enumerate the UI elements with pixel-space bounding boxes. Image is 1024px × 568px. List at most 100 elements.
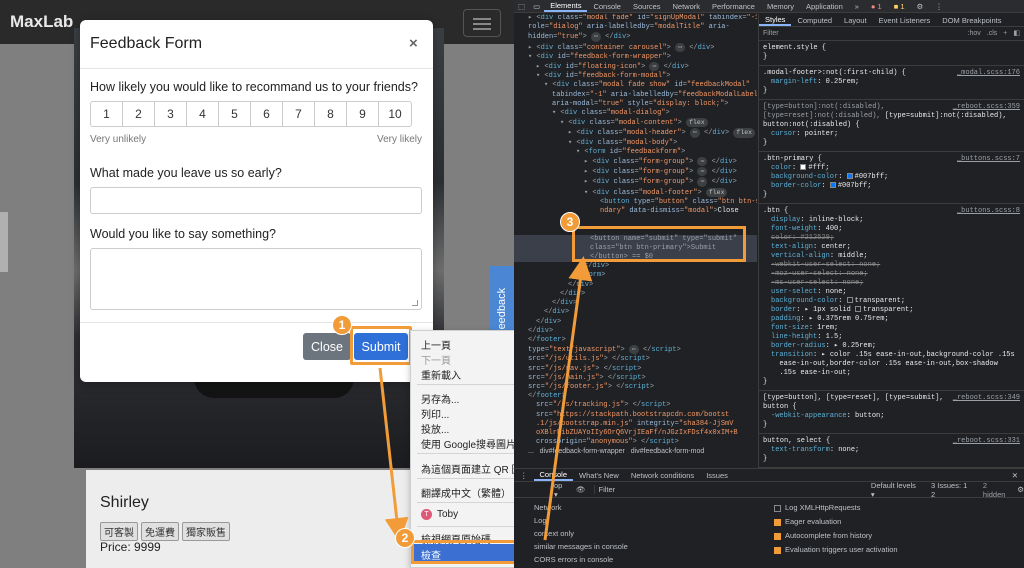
dom-node[interactable]: </div> — [514, 262, 757, 271]
drawer-tab-whats-new[interactable]: What's New — [573, 471, 625, 480]
more-tabs-icon[interactable]: » — [849, 2, 865, 11]
style-rule[interactable]: _buttons.scss:7 .btn-primary {color: #fff… — [759, 152, 1024, 204]
dom-node[interactable]: ▾ <div class="modal fade show" id="feedb… — [514, 81, 757, 90]
dom-node[interactable]: type="text/javascript"> ⋯ </script> — [514, 345, 757, 355]
console-option[interactable]: Log — [534, 516, 628, 529]
style-rule[interactable]: _modal.scss:176 .modal-footer>:not(:first… — [759, 66, 1024, 100]
console-option[interactable]: context only — [534, 529, 628, 542]
tab-elements[interactable]: Elements — [544, 1, 588, 12]
rating-button[interactable]: 6 — [250, 101, 283, 127]
dom-node[interactable]: src="/js/tracking.js"> </script> — [514, 401, 757, 410]
style-rule[interactable]: _reboot.scss:331 button, select {text-tra… — [759, 434, 1024, 468]
ctx-back[interactable]: 上一頁 — [421, 337, 451, 352]
tab-network[interactable]: Network — [667, 2, 707, 11]
styles-filter-input[interactable]: Filter — [763, 29, 968, 38]
style-rule[interactable]: _reboot.scss:349 [type=button], [type=res… — [759, 391, 1024, 434]
dom-node[interactable]: ▸ <div class="container carousel"> ⋯ </d… — [514, 42, 757, 53]
warning-count-badge[interactable]: ■ 1 — [888, 2, 911, 11]
dom-node[interactable]: </div> — [514, 290, 757, 299]
dom-node[interactable]: ▾ <div class="modal-content"> flex — [514, 118, 757, 128]
tab-console[interactable]: Console — [587, 2, 627, 11]
dom-node[interactable]: <button type="button" class="btn btn-sec… — [514, 198, 757, 207]
device-toolbar-icon[interactable]: ▭ — [529, 2, 544, 11]
checkbox[interactable] — [774, 518, 781, 526]
checkbox[interactable] — [774, 504, 781, 512]
close-icon[interactable]: × — [409, 35, 418, 52]
dom-node[interactable]: </div> — [514, 327, 757, 336]
style-rule[interactable]: element.style {} — [759, 41, 1024, 66]
gear-icon[interactable]: ⚙ — [1017, 485, 1024, 494]
dom-node[interactable]: ▾ <div class="modal-body"> — [514, 139, 757, 148]
dom-node[interactable]: ▸ <div class="form-group"> ⋯ </div> — [514, 167, 757, 177]
ctx-reload[interactable]: 重新載入 — [421, 367, 461, 382]
dom-node[interactable]: src="/js/footer.js"> </script> — [514, 383, 757, 392]
dom-node[interactable]: </div> — [514, 318, 757, 327]
checkbox[interactable] — [774, 546, 781, 554]
leave-reason-input[interactable] — [90, 187, 422, 214]
close-button[interactable]: Close — [303, 333, 351, 360]
tab-application[interactable]: Application — [800, 2, 849, 11]
dom-node[interactable]: ▸ <div id="floating-icon"> ⋯ </div> — [514, 62, 757, 72]
rating-button[interactable]: 7 — [282, 101, 315, 127]
dom-node[interactable]: ▸ <div class="form-group"> ⋯ </div> — [514, 157, 757, 167]
ctx-google-search[interactable]: 使用 Google搜尋圖片 — [421, 436, 516, 451]
dom-node[interactable]: ▾ <div id="feedback-form-modal"> — [514, 72, 757, 81]
navbar-toggler-button[interactable] — [463, 9, 501, 37]
tab-dom-breakpoints[interactable]: DOM Breakpoints — [936, 16, 1007, 25]
drawer-menu-icon[interactable]: ⋮ — [514, 471, 534, 480]
eye-icon[interactable]: 👁 — [576, 485, 586, 494]
computed-sidebar-icon[interactable]: ◧ — [1013, 29, 1020, 38]
inspect-element-icon[interactable]: ⬚ — [514, 2, 529, 11]
console-checkbox-row[interactable]: Evaluation triggers user activation — [774, 545, 898, 559]
style-rule[interactable]: _buttons.scss:8 .btn { display: inline-bl… — [759, 204, 1024, 391]
comment-textarea[interactable] — [90, 248, 422, 310]
dom-node[interactable]: </footer> — [514, 392, 757, 401]
console-filter-input[interactable]: Filter — [593, 485, 771, 494]
dom-node[interactable]: </div> — [514, 308, 757, 317]
console-option[interactable]: CORS errors in console — [534, 555, 628, 568]
ctx-save-as[interactable]: 另存為... — [421, 391, 459, 406]
console-checkbox-row[interactable]: Eager evaluation — [774, 517, 898, 531]
ctx-translate[interactable]: 翻譯成中文（繁體） — [421, 485, 511, 500]
tab-memory[interactable]: Memory — [761, 2, 800, 11]
drawer-tab-issues[interactable]: Issues — [700, 471, 734, 480]
gear-icon[interactable]: ⚙ — [911, 2, 930, 11]
dom-node[interactable]: </div> — [514, 299, 757, 308]
rating-button[interactable]: 10 — [378, 101, 412, 127]
tab-styles[interactable]: Styles — [759, 15, 792, 26]
resize-handle-icon[interactable] — [412, 300, 418, 306]
dom-node[interactable]: ▾ <div class="modal-dialog"> — [514, 109, 757, 118]
console-checkbox-row[interactable]: Autocomplete from history — [774, 531, 898, 545]
tab-event-listeners[interactable]: Event Listeners — [873, 16, 937, 25]
breadcrumb[interactable]: ... div#feedback-form-wrapper div#feedba… — [514, 447, 757, 456]
console-checkbox-row[interactable]: Log XMLHttpRequests — [774, 503, 898, 517]
dom-node[interactable]: ▾ <form id="feedbackform"> — [514, 148, 757, 157]
dom-node[interactable]: ▸ <div class="modal-header"> ⋯ </div> fl… — [514, 128, 757, 138]
dom-node[interactable]: </footer> — [514, 336, 757, 345]
cls-toggle[interactable]: .cls — [987, 29, 998, 38]
rating-button[interactable]: 8 — [314, 101, 347, 127]
context-dropdown[interactable]: op ▾ — [554, 481, 568, 499]
rating-button[interactable]: 9 — [346, 101, 379, 127]
dom-node[interactable]: ▸ <div class="modal fade" id="signUpModa… — [514, 14, 757, 23]
tab-sources[interactable]: Sources — [627, 2, 667, 11]
tab-layout[interactable]: Layout — [838, 16, 873, 25]
ctx-print[interactable]: 列印... — [421, 406, 449, 421]
drawer-tab-network-conditions[interactable]: Network conditions — [625, 471, 700, 480]
rating-button[interactable]: 5 — [218, 101, 251, 127]
rating-button[interactable]: 2 — [122, 101, 155, 127]
tab-performance[interactable]: Performance — [706, 2, 761, 11]
style-rule[interactable]: _reboot.scss:359 [type=button]:not(:disab… — [759, 100, 1024, 152]
kebab-menu-icon[interactable]: ⋮ — [929, 2, 949, 11]
dom-node[interactable]: ▾ <div class="modal-footer"> flex — [514, 187, 757, 198]
dom-node[interactable]: src="/js/main.js"> </script> — [514, 374, 757, 383]
console-option[interactable]: similar messages in console — [534, 542, 628, 555]
error-count-badge[interactable]: ● 1 — [865, 2, 888, 11]
hov-toggle[interactable]: :hov — [968, 29, 981, 38]
close-drawer-icon[interactable]: ✕ — [1006, 471, 1024, 480]
issues-summary[interactable]: 3 Issues: 1 2 — [931, 481, 973, 499]
ctx-cast[interactable]: 投放... — [421, 421, 449, 436]
drawer-tab-console[interactable]: Console — [533, 470, 574, 481]
ctx-toby[interactable]: Toby — [437, 509, 458, 520]
brand-logo[interactable]: MaxLab — [10, 12, 73, 32]
